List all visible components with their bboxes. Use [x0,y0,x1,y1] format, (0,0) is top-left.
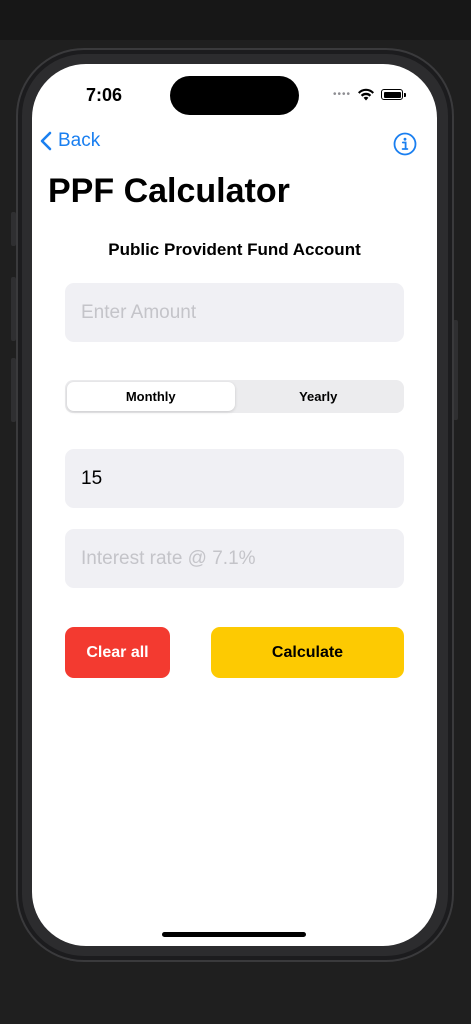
status-indicators: •••• [332,88,406,101]
signal-dots-icon: •••• [332,89,351,100]
status-time: 7:06 [86,85,123,105]
window-top-band [0,0,471,40]
calculate-button[interactable]: Calculate [211,627,404,678]
back-button[interactable]: Back [40,130,100,152]
page-title: PPF Calculator [48,172,290,210]
chevron-left-icon [40,131,52,151]
frequency-segmented-control: Monthly Yearly [65,380,404,413]
page-subtitle: Public Provident Fund Account [108,240,361,259]
dynamic-island [170,76,299,115]
segment-monthly[interactable]: Monthly [67,382,235,411]
info-icon[interactable] [393,132,417,156]
phone-screen: 7:06 •••• Back PPF Calculator Public Pro… [32,64,437,946]
clear-all-button[interactable]: Clear all [65,627,170,678]
interest-rate-input[interactable] [65,529,404,588]
years-input[interactable] [65,449,404,508]
amount-input[interactable] [65,283,404,342]
wifi-icon [358,88,374,101]
segment-yearly[interactable]: Yearly [235,382,403,411]
back-label: Back [58,130,101,151]
battery-icon [381,89,406,100]
home-indicator[interactable] [162,932,306,937]
